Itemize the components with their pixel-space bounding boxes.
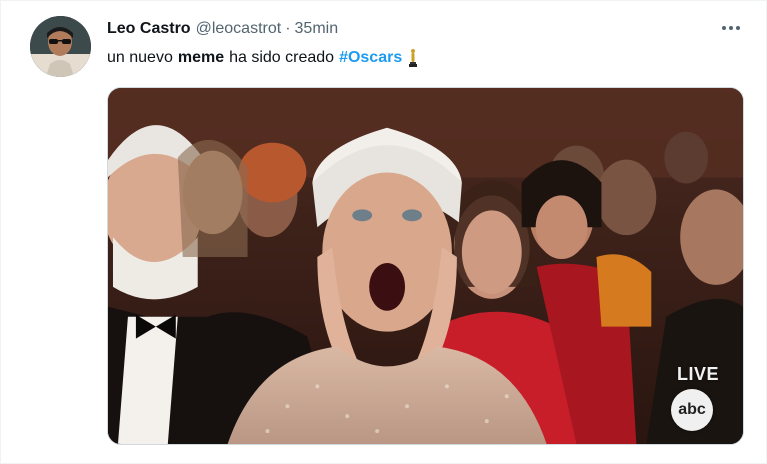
more-dot <box>736 26 740 30</box>
live-badge: LIVE <box>677 364 720 384</box>
tweet-media-image[interactable] <box>107 87 744 445</box>
more-options-icon[interactable] <box>718 17 744 39</box>
tweet-timestamp[interactable]: 35min <box>295 20 339 38</box>
separator-dot: · <box>285 20 291 37</box>
oscar-trophy-icon <box>408 48 418 68</box>
author-handle[interactable]: @leocastrot <box>196 20 282 38</box>
text-bold-segment: meme <box>177 49 225 66</box>
more-dot <box>722 26 726 30</box>
avatar-image <box>30 16 91 77</box>
network-logo: abc <box>671 389 713 431</box>
text-segment: un nuevo <box>107 49 173 66</box>
avatar[interactable] <box>30 16 91 77</box>
meme-photo <box>108 88 743 444</box>
hashtag-link[interactable]: #Oscars <box>339 49 402 67</box>
more-dot <box>729 26 733 30</box>
tweet-card[interactable]: Leo Castro @leocastrot · 35min un nuevo … <box>0 0 767 464</box>
tweet-text: un nuevo meme ha sido creado #Oscars <box>107 48 418 68</box>
tweet-header: Leo Castro @leocastrot · 35min <box>107 20 338 42</box>
author-name[interactable]: Leo Castro <box>107 20 191 38</box>
text-segment: ha sido creado <box>229 49 335 66</box>
